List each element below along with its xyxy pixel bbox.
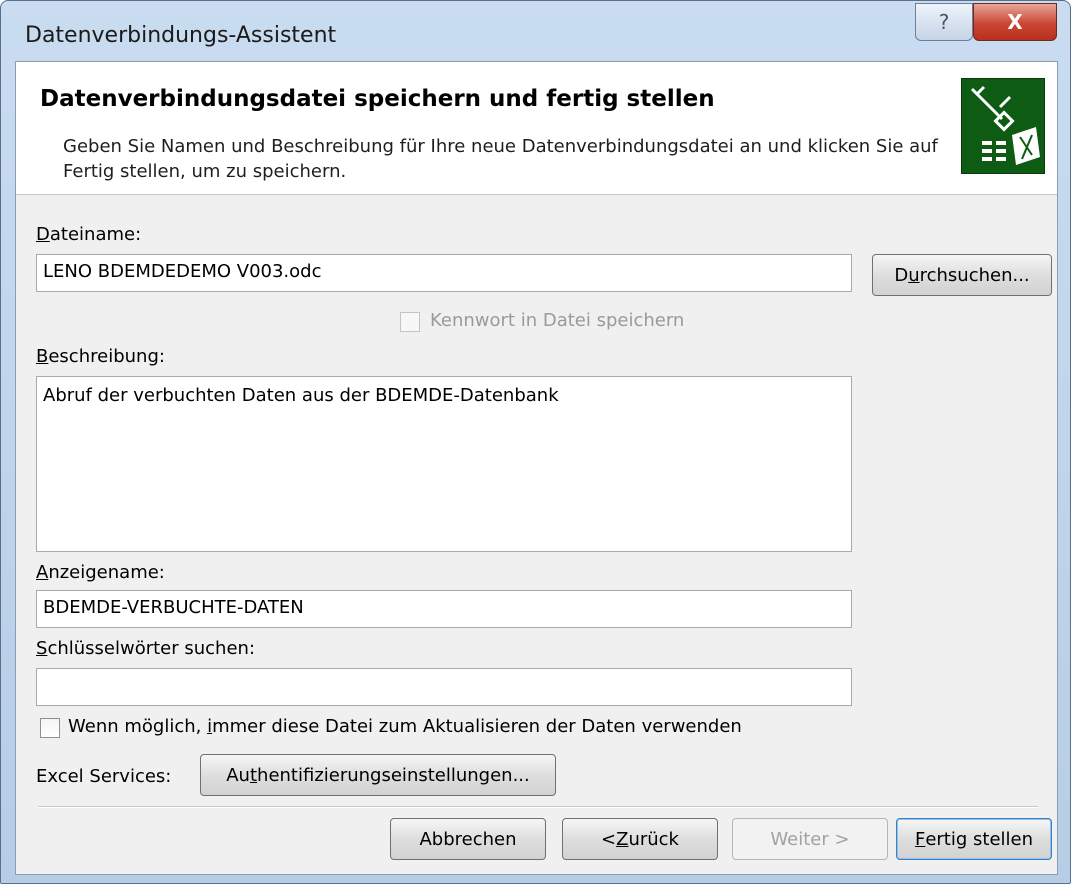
search-keywords-label: Schlüsselwörter suchen: bbox=[36, 638, 256, 659]
save-password-label: Kennwort in Datei speichern bbox=[430, 310, 685, 331]
save-password-checkbox[interactable] bbox=[400, 312, 420, 332]
filename-input[interactable]: LENO BDEMDEDEMO V003.odc bbox=[36, 254, 852, 292]
footer-separator bbox=[38, 806, 1038, 808]
wizard-header: Datenverbindungsdatei speichern und fert… bbox=[16, 62, 1057, 195]
help-button[interactable]: ? bbox=[915, 3, 973, 41]
dialog-window: Datenverbindungs-Assistent ? X Datenverb… bbox=[0, 0, 1071, 884]
page-description: Geben Sie Namen und Beschreibung für Ihr… bbox=[63, 136, 938, 182]
window-title: Datenverbindungs-Assistent bbox=[25, 23, 337, 48]
page-title: Datenverbindungsdatei speichern und fert… bbox=[40, 86, 715, 112]
dialog-client-area: Datenverbindungsdatei speichern und fert… bbox=[15, 61, 1058, 875]
authentication-settings-button[interactable]: Au t hentifizierungseinstellungen... bbox=[200, 754, 556, 796]
description-textarea[interactable]: Abruf der verbuchten Daten aus der BDEMD… bbox=[36, 376, 852, 552]
next-button[interactable]: Weiter > bbox=[732, 818, 888, 860]
back-button[interactable]: < Zurück bbox=[562, 818, 718, 860]
search-keywords-input[interactable] bbox=[36, 668, 852, 706]
always-use-file-label: Wenn möglich, immer diese Datei zum Aktu… bbox=[68, 716, 742, 737]
always-use-file-checkbox[interactable] bbox=[40, 718, 60, 738]
description-label: Beschreibung: bbox=[36, 346, 165, 367]
excel-services-label: Excel Services: bbox=[36, 766, 172, 787]
filename-label: Dateiname: bbox=[36, 224, 142, 245]
display-name-input[interactable]: BDEMDE-VERBUCHTE-DATEN bbox=[36, 590, 852, 628]
display-name-label: Anzeigename: bbox=[36, 562, 165, 583]
browse-button[interactable]: Du rchsuchen... bbox=[872, 254, 1052, 296]
finish-button[interactable]: Fertig stellen bbox=[896, 818, 1052, 860]
cancel-button[interactable]: Abbrechen bbox=[390, 818, 546, 860]
help-icon: ? bbox=[938, 10, 950, 34]
close-icon: X bbox=[1007, 10, 1023, 34]
data-connection-plug-icon bbox=[961, 78, 1045, 174]
close-button[interactable]: X bbox=[973, 3, 1057, 41]
